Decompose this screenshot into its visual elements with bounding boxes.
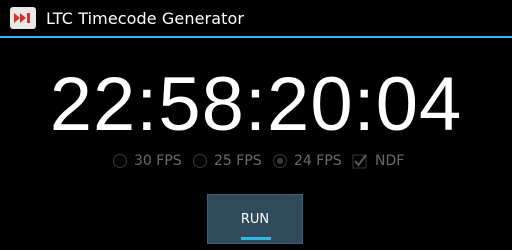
- fast-forward-icon: [10, 7, 36, 29]
- app-screen: LTC Timecode Generator 22:58:20:04 30 FP…: [0, 0, 512, 250]
- fps-30-radio[interactable]: 30 FPS: [113, 150, 182, 172]
- fps-options: 30 FPS 25 FPS 24 FPS NDF: [0, 150, 512, 172]
- app-title: LTC Timecode Generator: [46, 8, 245, 28]
- fps-30-label: 30 FPS: [134, 153, 182, 169]
- action-bar: LTC Timecode Generator: [0, 0, 512, 36]
- ndf-label: NDF: [375, 153, 405, 169]
- fps-24-label: 24 FPS: [294, 153, 342, 169]
- run-button[interactable]: RUN: [207, 194, 303, 244]
- timecode-display: 22:58:20:04: [49, 62, 463, 147]
- ndf-checkbox[interactable]: NDF: [352, 150, 404, 172]
- radio-unchecked-icon: [193, 154, 207, 168]
- fps-24-radio[interactable]: 24 FPS: [273, 150, 342, 172]
- run-button-label: RUN: [240, 211, 270, 227]
- radio-unchecked-icon: [113, 154, 127, 168]
- checkmark-icon: [352, 153, 368, 169]
- fps-25-radio[interactable]: 25 FPS: [193, 150, 262, 172]
- radio-checked-icon: [273, 154, 287, 168]
- fps-25-label: 25 FPS: [214, 153, 262, 169]
- action-bar-divider: [0, 36, 512, 38]
- run-button-indicator: [241, 237, 271, 240]
